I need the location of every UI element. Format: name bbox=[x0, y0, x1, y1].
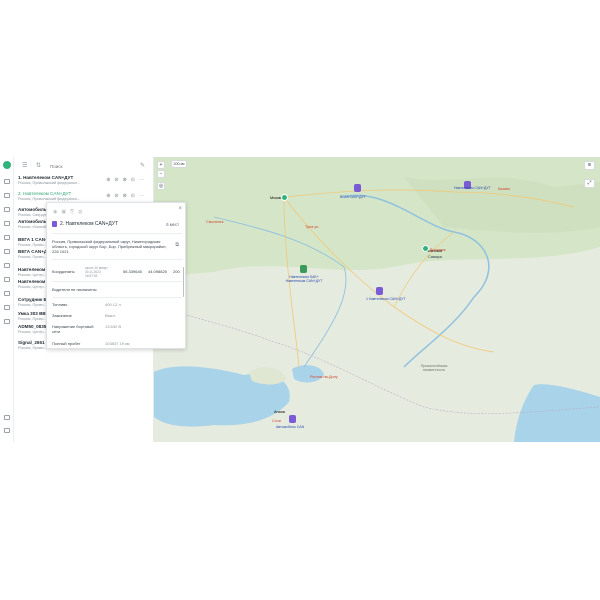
left-rail bbox=[0, 157, 14, 442]
map-marker-selected[interactable] bbox=[300, 265, 307, 273]
divider bbox=[52, 297, 182, 298]
place-label-rostov: Ростов-на-Дону bbox=[310, 375, 338, 379]
panel-toolbar: ☰ ⇅ ✎ bbox=[14, 159, 154, 173]
place-label-caspian-lowland: Прикаспийская низменность bbox=[420, 364, 448, 372]
coords-time: около 10 минут 30.11.2023 16:57:53 bbox=[85, 266, 108, 278]
list-item[interactable]: 2. Навтелеком CAN+ДУТ Россия, Приволжский… bbox=[18, 191, 152, 201]
fullscreen-icon[interactable]: ⤢ bbox=[584, 179, 595, 188]
tools-icon[interactable] bbox=[4, 319, 10, 324]
card-seats: 6 мест bbox=[166, 222, 179, 227]
map-marker-label: Автомобиль CAN bbox=[276, 425, 305, 429]
logo-icon[interactable] bbox=[3, 161, 11, 169]
copy-icon[interactable]: ⧉ bbox=[175, 242, 179, 248]
map-marker[interactable] bbox=[376, 287, 383, 295]
share-icon[interactable]: ⎘ bbox=[70, 209, 78, 215]
sort-icon[interactable]: ⇅ bbox=[36, 162, 41, 169]
history-icon[interactable] bbox=[4, 305, 10, 310]
layers-icon[interactable]: ≋ bbox=[584, 161, 595, 170]
field-label: Зажигание bbox=[52, 313, 72, 318]
place-label-tula: Тула ул. bbox=[305, 225, 320, 229]
map-view[interactable]: Москва Смоленск Тула ул. Казань Ульяновс… bbox=[154, 157, 600, 442]
map-cluster-dot[interactable] bbox=[422, 245, 429, 252]
place-label-smolensk: Смоленск bbox=[206, 220, 224, 224]
list-view-icon[interactable]: ☰ bbox=[22, 162, 27, 169]
vehicles-icon[interactable] bbox=[4, 277, 10, 282]
geofence-icon[interactable] bbox=[4, 249, 10, 254]
map-marker-label: Навтелеком CAN+ДУТ bbox=[454, 186, 491, 190]
vehicle-icon bbox=[52, 221, 57, 227]
field-value: Выкл. bbox=[105, 313, 116, 318]
list-item[interactable]: 1. Навтелеком CAN+ДУТ Россия, Приволжский… bbox=[18, 175, 152, 185]
tracks-icon[interactable] bbox=[4, 221, 10, 226]
camera-icon[interactable]: ◍ bbox=[78, 209, 86, 215]
map-marker-label: Навтелеком SAE+ Навтелеком CAN+ДУТ bbox=[285, 275, 323, 283]
field-value: 13.632 В bbox=[105, 324, 122, 329]
card-address: Россия, Приволжский федеральный округ, Н… bbox=[52, 239, 167, 254]
edit-icon[interactable]: ✎ bbox=[140, 162, 145, 169]
list-item-actions[interactable]: ⊕⊘⊗⊙⋯ bbox=[106, 177, 148, 183]
monitoring-icon[interactable] bbox=[4, 179, 10, 184]
map-cluster-dot[interactable] bbox=[281, 194, 288, 201]
close-icon[interactable]: × bbox=[178, 206, 182, 212]
card-scrollbar[interactable] bbox=[182, 267, 184, 297]
list-item-actions[interactable]: ⊕⊘⊗⊙⋯ bbox=[106, 193, 148, 199]
card-title: 2. Навтелеком CAN+ДУТ bbox=[60, 221, 119, 227]
coords-lat: 56.339645 bbox=[123, 269, 142, 274]
field-value: 400.12 л bbox=[105, 302, 121, 307]
place-label-samara: Самара bbox=[428, 255, 442, 259]
help-icon[interactable] bbox=[4, 428, 10, 433]
objects-icon[interactable] bbox=[4, 193, 10, 198]
place-label-kazan: Казань bbox=[498, 187, 511, 191]
settings-icon[interactable] bbox=[4, 415, 10, 420]
map-scale: 200 км bbox=[171, 160, 187, 168]
divider bbox=[52, 233, 182, 234]
app-window: ☰ ⇅ ✎ 1. Навтелеком CAN+ДУТРоссия, Приво… bbox=[0, 157, 600, 442]
field-label: Полный пробег bbox=[52, 341, 81, 346]
card-tools: ◉▣⎘◍ bbox=[53, 209, 87, 215]
tasks-icon[interactable] bbox=[4, 291, 10, 296]
coords-lon: 44.098825 bbox=[148, 269, 167, 274]
field-label: Топливо bbox=[52, 302, 68, 307]
command-icon[interactable]: ▣ bbox=[61, 209, 70, 215]
coords-extra: 200 bbox=[173, 269, 180, 274]
drivers-icon[interactable] bbox=[4, 263, 10, 268]
zoom-in-button[interactable]: + bbox=[157, 161, 165, 169]
map-marker-label: 1 Навтелеком CAN+ДУТ bbox=[366, 297, 406, 301]
zoom-out-button[interactable]: − bbox=[157, 170, 165, 178]
field-label: Напряжение бортовой сети bbox=[52, 324, 94, 334]
divider bbox=[52, 281, 182, 282]
place-label-sochi: Сочи bbox=[272, 419, 281, 423]
search-input[interactable] bbox=[50, 162, 130, 171]
place-label-voronezh: Воронеж bbox=[430, 248, 446, 252]
map-marker[interactable] bbox=[354, 184, 361, 192]
drivers-text: Водители не назначены bbox=[52, 287, 97, 292]
coords-label: Координаты bbox=[52, 269, 75, 274]
map-marker[interactable] bbox=[289, 415, 296, 423]
object-info-card: ◉▣⎘◍ × 2. Навтелеком CAN+ДУТ 6 мест Росс… bbox=[46, 202, 186, 349]
reports-icon[interactable] bbox=[4, 207, 10, 212]
notifications-icon[interactable] bbox=[4, 235, 10, 240]
place-label-anapa: Анапа bbox=[274, 410, 285, 414]
divider bbox=[52, 259, 182, 260]
field-value: 103837.19 км bbox=[105, 341, 130, 346]
map-marker-label: ВЕГА CAN+ДУТ bbox=[340, 195, 366, 199]
locate-icon[interactable]: ◎ bbox=[157, 182, 165, 190]
